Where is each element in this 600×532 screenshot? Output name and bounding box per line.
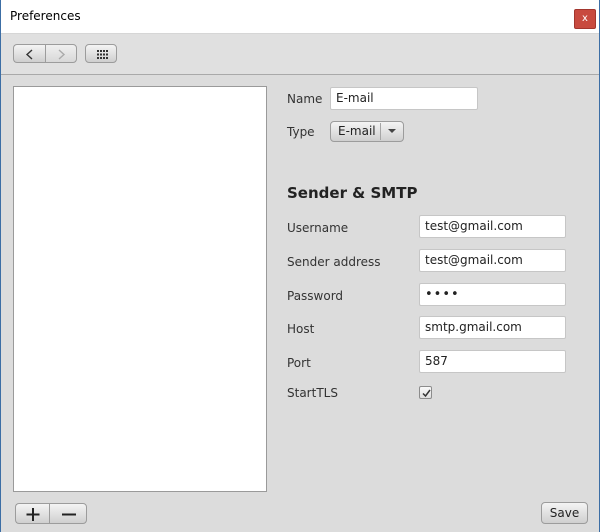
password-input[interactable]: ••••	[419, 283, 566, 306]
grid-view-button[interactable]	[85, 44, 117, 63]
port-input[interactable]: 587	[419, 350, 566, 373]
save-button[interactable]: Save	[541, 502, 588, 524]
username-label: Username	[287, 221, 349, 235]
name-input[interactable]: E-mail	[330, 87, 478, 110]
title-bar: Preferences x	[1, 0, 599, 34]
add-account-button[interactable]	[15, 503, 49, 524]
chevron-left-icon	[25, 49, 33, 60]
preferences-window: Preferences x Name E-mail Type E-mail Se…	[0, 0, 600, 532]
forward-button[interactable]	[45, 44, 77, 63]
checkmark-icon	[422, 389, 431, 398]
port-label: Port	[287, 356, 311, 370]
minus-icon	[62, 513, 76, 516]
grid-icon	[97, 50, 108, 59]
host-label: Host	[287, 322, 315, 336]
name-label: Name	[287, 92, 323, 106]
remove-account-button[interactable]	[49, 503, 87, 524]
sender-address-label: Sender address	[287, 255, 381, 269]
type-select[interactable]: E-mail	[330, 121, 404, 142]
starttls-checkbox[interactable]	[419, 386, 432, 399]
close-button[interactable]: x	[574, 9, 596, 29]
chevron-right-icon	[58, 49, 66, 60]
username-input[interactable]: test@gmail.com	[419, 215, 566, 238]
toolbar	[1, 34, 599, 75]
starttls-label: StartTLS	[287, 386, 338, 400]
account-list[interactable]	[13, 86, 267, 492]
type-select-divider	[380, 123, 381, 140]
password-label: Password	[287, 289, 344, 303]
type-select-value: E-mail	[338, 124, 376, 138]
sender-address-input[interactable]: test@gmail.com	[419, 249, 566, 272]
type-label: Type	[287, 125, 315, 139]
host-input[interactable]: smtp.gmail.com	[419, 316, 566, 339]
back-button[interactable]	[13, 44, 45, 63]
section-title: Sender & SMTP	[287, 184, 418, 202]
window-title: Preferences	[10, 9, 81, 23]
chevron-down-icon	[388, 129, 396, 133]
plus-icon	[26, 508, 40, 521]
